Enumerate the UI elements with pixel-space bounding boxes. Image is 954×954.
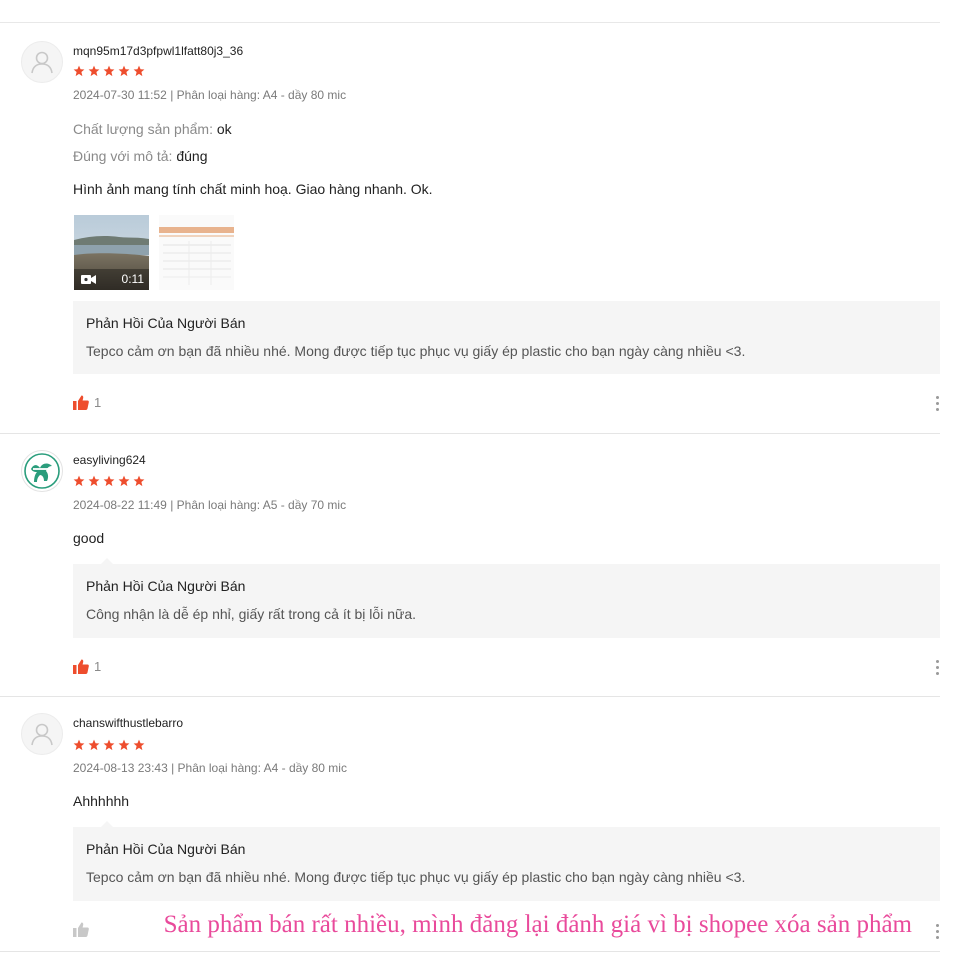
star-icon [133,65,145,77]
default-avatar-icon [31,51,53,74]
star-icon [118,65,130,77]
review-text: Hình ảnh mang tính chất minh hoạ. Giao h… [73,181,433,197]
attribute-label: Chất lượng sản phẩm: [73,121,213,137]
seller-reply-title: Phản Hồi Của Người Bán [86,578,246,594]
star-icon [103,475,115,487]
review-username[interactable]: easyliving624 [73,453,146,467]
more-options-button[interactable] [934,660,940,675]
review-text: good [73,530,105,546]
review-meta: 2024-07-30 11:52 | Phân loại hàng: A4 - … [73,88,347,102]
reply-pointer [101,821,113,827]
seller-reply: Phản Hồi Của Người Bán Công nhận là dễ é… [73,558,940,638]
star-icon [73,65,85,77]
more-vertical-icon [935,666,939,669]
star-icon [118,475,130,487]
review-video-thumbnail[interactable]: 0:11 [74,215,149,290]
review-divider [0,696,940,697]
like-button[interactable]: 1 [73,659,101,674]
seller-reply-text: Công nhận là dễ ép nhỉ, giấy rất trong c… [86,606,417,622]
attribute-value: ok [216,121,232,137]
like-button[interactable]: 1 [73,395,101,410]
seller-reply-title: Phản Hồi Của Người Bán [86,841,246,857]
star-icon [88,739,100,751]
star-icon [88,65,100,77]
review-text: Ahhhhhh [73,793,130,809]
seller-reply: Phản Hồi Của Người Bán Tepco cảm ơn bạn … [73,301,940,374]
seller-reply-text: Tepco cảm ơn bạn đã nhiều nhé. Mong được… [86,869,746,885]
like-count: 1 [94,659,102,674]
review-meta: 2024-08-22 11:49 | Phân loại hàng: A5 - … [73,498,347,512]
attribute-label: Đúng với mô tả: [73,148,173,164]
more-vertical-icon [935,402,939,405]
star-icon [118,739,130,751]
reply-pointer [101,558,113,564]
seller-reply: Phản Hồi Của Người Bán Tepco cảm ơn bạn … [73,821,940,901]
top-divider [0,22,940,23]
attribute-value: đúng [176,148,208,164]
more-vertical-icon [935,408,939,411]
star-icon [73,739,85,751]
rating-stars [73,475,145,487]
attribute-description-match: Đúng với mô tả: đúng [73,148,208,164]
like-count: 1 [94,395,102,410]
more-vertical-icon [935,672,939,675]
rating-stars [73,739,145,751]
user-avatar[interactable] [21,41,63,83]
review-divider [0,433,940,434]
thumbs-up-icon [73,395,89,410]
review-meta: 2024-08-13 23:43 | Phân loại hàng: A4 - … [73,761,347,775]
product-photo [159,215,234,290]
more-options-button[interactable] [934,396,940,411]
star-icon [133,475,145,487]
easyliving-logo-icon [24,453,60,489]
attribute-quality: Chất lượng sản phẩm: ok [73,121,232,137]
bottom-divider [0,951,940,952]
seller-reply-title: Phản Hồi Của Người Bán [86,315,246,331]
video-camera-icon [81,275,96,284]
user-avatar[interactable] [21,713,63,755]
default-avatar-icon [31,723,53,746]
star-icon [103,65,115,77]
star-icon [88,475,100,487]
review-username[interactable]: chanswifthustlebarro [73,716,183,730]
star-icon [73,475,85,487]
star-icon [103,739,115,751]
overlay-caption: Sản phẩm bán rất nhiều, mình đăng lại đá… [163,911,912,938]
seller-reply-text: Tepco cảm ơn bạn đã nhiều nhé. Mong được… [86,343,746,359]
rating-stars [73,65,145,77]
more-vertical-icon [935,396,939,399]
review-image-thumbnail[interactable] [159,215,234,290]
thumbs-up-icon [73,659,89,674]
review-username[interactable]: mqn95m17d3pfpwl1lfatt80j3_36 [73,44,243,58]
more-vertical-icon [935,660,939,663]
video-duration: 0:11 [121,272,144,286]
user-avatar[interactable] [21,450,63,492]
star-icon [133,739,145,751]
